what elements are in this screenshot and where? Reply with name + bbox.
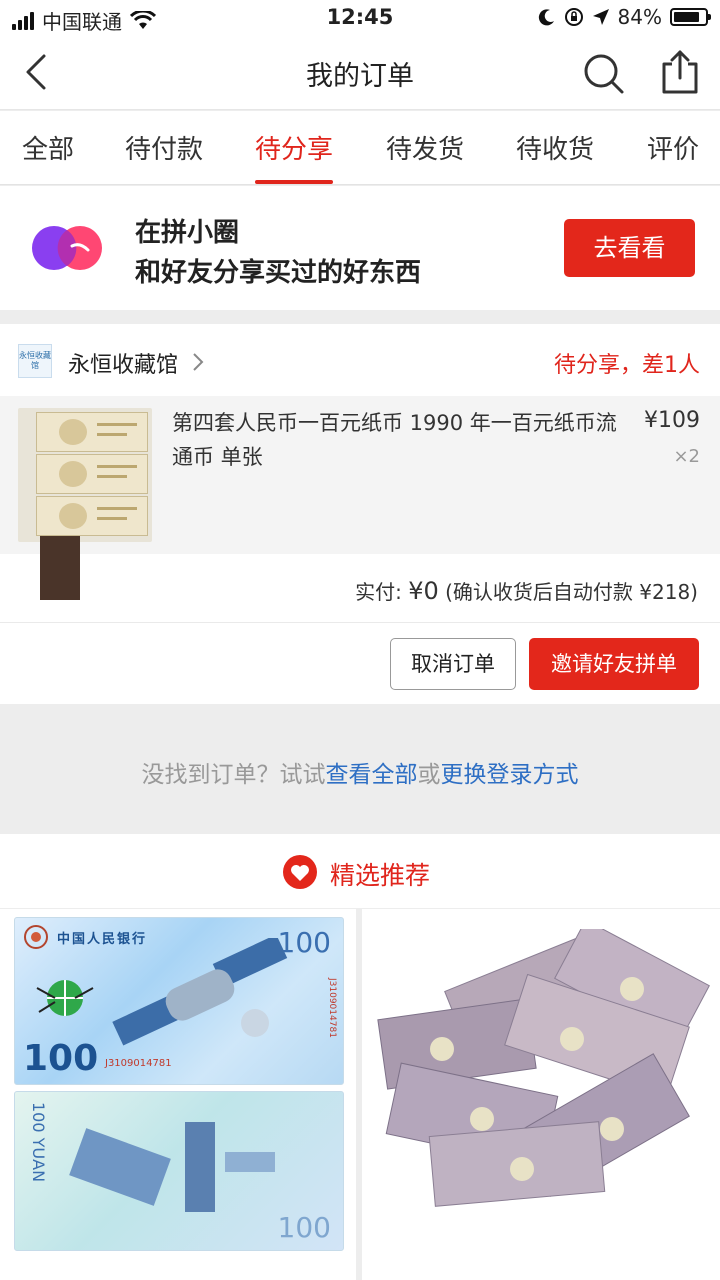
go-see-button[interactable]: 去看看	[564, 219, 695, 277]
status-bar: 中国联通 12:45 84%	[0, 0, 720, 36]
active-tab-indicator	[255, 180, 333, 184]
tab-review[interactable]: 评价	[647, 129, 699, 166]
order-status: 待分享，差1人	[554, 353, 700, 378]
not-found-text: 没找到订单？试试	[141, 762, 326, 788]
paid-note: (确认收货后自动付款 ¥218)	[445, 580, 698, 604]
paid-summary: 实付: ¥0 (确认收货后自动付款 ¥218)	[355, 576, 698, 605]
paid-label: 实付:	[355, 580, 409, 604]
heart-icon	[283, 855, 317, 889]
product-title[interactable]: 第四套人民币一百元纸币 1990 年一百元纸币流通币 单张	[172, 406, 632, 474]
image-smudge	[40, 536, 80, 600]
circle-logo-icon	[32, 226, 102, 270]
space-station-icon	[69, 1122, 275, 1212]
shop-logo[interactable]: 永恒收藏馆	[18, 344, 52, 378]
serial-number: J3109014781	[105, 1058, 172, 1069]
chevron-right-icon[interactable]	[190, 351, 206, 373]
view-all-link[interactable]: 查看全部	[326, 762, 418, 788]
product-quantity: ×2	[673, 446, 700, 467]
search-icon[interactable]	[580, 50, 626, 96]
tab-pending-receipt[interactable]: 待收货	[516, 129, 594, 166]
invite-friend-button[interactable]: 邀请好友拼单	[529, 638, 699, 690]
or-text: 或	[417, 762, 441, 788]
commemorative-note-front[interactable]: 中国人民银行 100 100 J3109014781 J3109014781	[14, 917, 344, 1085]
serial-number-vertical: J3109014781	[327, 978, 337, 1038]
product-price: ¥109	[644, 408, 700, 433]
shop-name[interactable]: 永恒收藏馆	[68, 347, 178, 379]
product-row[interactable]: 第四套人民币一百元纸币 1990 年一百元纸币流通币 单张 ¥109 ×2	[0, 396, 720, 554]
tab-all[interactable]: 全部	[22, 129, 74, 166]
tab-pending-share[interactable]: 待分享	[255, 129, 333, 166]
globe-icon	[36, 980, 94, 1016]
battery-percent: 84%	[617, 5, 662, 29]
cash-pile-image[interactable]	[372, 929, 712, 1229]
banner-subtitle: 和好友分享买过的好东西	[135, 258, 422, 288]
recommend-item[interactable]	[362, 909, 720, 1280]
denomination-large: 100	[23, 1038, 99, 1079]
yuan-label: 100 YUAN	[29, 1102, 48, 1183]
order-not-found-hint: 没找到订单？试试查看全部或更换登录方式	[0, 755, 720, 789]
battery-fill	[674, 12, 700, 22]
moon-icon	[538, 9, 554, 26]
recommend-header: 精选推荐	[0, 834, 720, 908]
recommend-grid: 中国人民银行 100 100 J3109014781 J3109014781 1…	[0, 909, 720, 1280]
status-right: 84%	[538, 5, 711, 29]
circle-banner[interactable]: 在拼小圈 和好友分享买过的好东西 去看看	[0, 186, 720, 310]
denomination-bottom: 100	[277, 1211, 331, 1244]
paid-amount: ¥0	[408, 577, 439, 605]
tab-pending-payment[interactable]: 待付款	[125, 129, 203, 166]
order-card: 永恒收藏馆 永恒收藏馆 待分享，差1人 第四套人民币一百元纸币 1990 年一百…	[0, 324, 720, 704]
divider	[0, 622, 720, 623]
recommend-title: 精选推荐	[330, 861, 431, 890]
spacecraft-icon	[112, 938, 288, 1046]
share-icon[interactable]	[658, 48, 702, 96]
emblem-icon	[24, 925, 48, 949]
battery-icon	[670, 8, 711, 26]
nav-bar: 我的订单	[0, 36, 720, 110]
banner-title: 在拼小圈	[135, 218, 240, 248]
order-tabs: 全部 待付款 待分享 待发货 待收货 评价	[0, 111, 720, 185]
commemorative-note-back[interactable]: 100 YUAN 100	[14, 1091, 344, 1251]
recommend-item[interactable]: 中国人民银行 100 100 J3109014781 J3109014781 1…	[0, 909, 356, 1280]
rotation-lock-icon	[564, 8, 583, 26]
location-arrow-icon	[592, 9, 609, 25]
cancel-order-button[interactable]: 取消订单	[390, 638, 516, 690]
tab-pending-shipment[interactable]: 待发货	[386, 129, 464, 166]
change-login-link[interactable]: 更换登录方式	[441, 762, 579, 788]
product-thumbnail[interactable]	[18, 408, 152, 542]
